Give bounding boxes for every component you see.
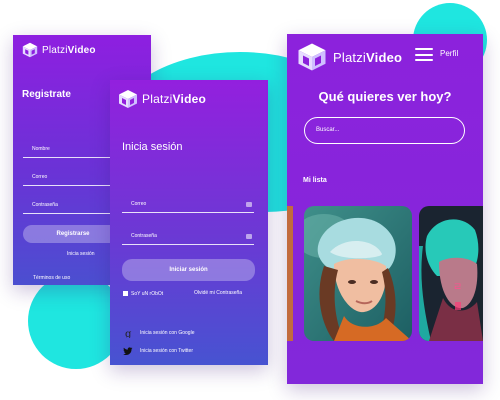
logo-text-bold: Video (67, 44, 96, 56)
carousel-card-partial-left[interactable] (287, 206, 293, 341)
logo-text-bold: Video (366, 49, 403, 65)
profile-menu-link[interactable]: Perfil (440, 49, 458, 58)
name-field-label: Nombre (32, 146, 50, 152)
robot-checkbox-label: SoY uN rObOt (131, 291, 164, 297)
field-icon (246, 202, 252, 207)
twitter-icon[interactable] (123, 346, 133, 356)
promo-stage: PlatziVideo Registrate Nombre Correo Con… (0, 0, 500, 400)
google-icon[interactable]: g (124, 328, 134, 338)
field-icon (246, 234, 252, 239)
cube-logo-icon (119, 90, 137, 108)
logo-text-light: Platzi (333, 49, 366, 65)
google-login-link[interactable]: Inicia sesión con Google (140, 330, 194, 336)
cube-logo-icon (22, 42, 38, 58)
forgot-password-link[interactable]: Olvidé mi Contraseña (194, 290, 242, 296)
twitter-login-link[interactable]: Inicia sesión con Twitter (140, 348, 193, 354)
carousel-card-woman-hat[interactable] (304, 206, 412, 341)
home-screen: PlatziVideo Perfil Qué quieres ver hoy? … (287, 34, 483, 384)
password-field[interactable]: Contraseña (23, 196, 123, 214)
svg-text:ㄹ: ㄹ (453, 282, 462, 293)
hamburger-menu-icon[interactable] (415, 48, 433, 61)
svg-text:g: g (125, 329, 132, 338)
register-button[interactable]: Registrarse (23, 225, 123, 243)
search-input[interactable]: Buscar... (304, 117, 465, 144)
robot-checkbox[interactable] (123, 291, 128, 296)
password-field[interactable]: Contraseña (122, 225, 254, 245)
terms-link[interactable]: Términos de uso (33, 275, 70, 281)
logo-text-bold: Video (172, 92, 207, 106)
my-list-title: Mi lista (303, 177, 327, 184)
email-field-label: Correo (32, 174, 48, 180)
cube-logo-icon (298, 43, 326, 71)
email-field[interactable]: Correo (122, 193, 254, 213)
platzivideo-logo: PlatziVideo (297, 42, 402, 72)
neon-portrait-image: ㄹ (419, 206, 483, 341)
email-field[interactable]: Correo (23, 168, 123, 186)
logo-text-light: Platzi (142, 92, 173, 106)
email-field-label: Correo (131, 201, 147, 207)
login-link[interactable]: Inicia sesión (67, 251, 95, 257)
platzivideo-logo: PlatziVideo (22, 42, 96, 58)
login-screen: PlatziVideo Inicia sesión Correo Contras… (110, 80, 268, 365)
password-field-label: Contraseña (32, 202, 58, 208)
login-button[interactable]: Iniciar sesión (122, 259, 255, 281)
password-field-label: Contraseña (131, 233, 157, 239)
name-field[interactable]: Nombre (23, 140, 123, 158)
woman-portrait-image (304, 206, 412, 341)
home-headline: Qué quieres ver hoy? (318, 89, 452, 104)
logo-text-light: Platzi (42, 44, 68, 56)
login-title: Inicia sesión (122, 141, 183, 153)
carousel-card-neon-portrait[interactable]: ㄹ (419, 206, 483, 341)
register-title: Registrate (22, 89, 71, 100)
platzivideo-logo: PlatziVideo (118, 89, 206, 109)
